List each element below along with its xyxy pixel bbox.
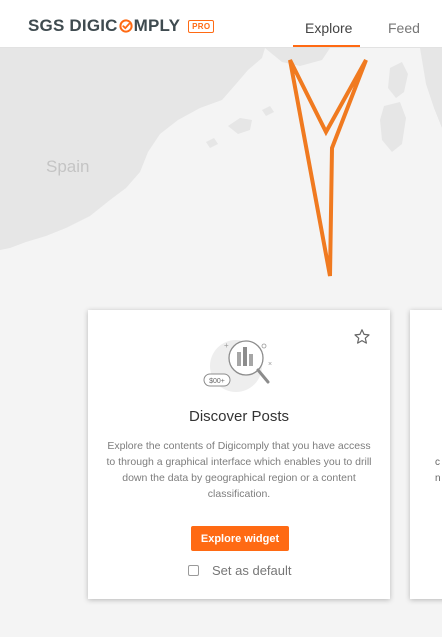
set-default-label: Set as default [212, 563, 292, 578]
pro-badge: PRO [188, 19, 215, 33]
logo-text-end: MPLY [133, 16, 181, 35]
discover-illustration-icon: $00+ + × [203, 340, 272, 392]
svg-text:+: + [224, 341, 229, 350]
card-title: Discover Posts [188, 408, 290, 425]
set-default-checkbox[interactable] [188, 565, 199, 576]
map-label-spain: Spain [46, 157, 90, 176]
discover-posts-card: $00+ + × Discover Posts Explore the cont… [88, 310, 390, 599]
next-card-partial: c n [410, 310, 442, 599]
favorite-star-icon[interactable] [353, 328, 371, 346]
annotation-arrow [288, 59, 368, 277]
next-card-text-fragment: n [435, 473, 441, 484]
top-header: SGS DIGIC MPLY PRO Explore Feed [0, 0, 442, 48]
logo-check-icon [119, 19, 133, 33]
illustration-badge-text: $00+ [209, 378, 225, 385]
explore-widget-button[interactable]: Explore widget [191, 526, 289, 551]
svg-text:×: × [268, 361, 272, 368]
next-card-text-fragment: c [435, 457, 440, 468]
set-default-row[interactable]: Set as default [188, 563, 292, 578]
active-tab-indicator [293, 45, 360, 47]
tab-explore[interactable]: Explore [305, 20, 352, 36]
map-background[interactable]: Spain [0, 48, 442, 278]
logo-text-start: SGS DIGIC [28, 16, 118, 35]
tab-feed[interactable]: Feed [388, 20, 420, 36]
app-logo[interactable]: SGS DIGIC MPLY PRO [28, 16, 215, 36]
card-description: Explore the contents of Digicomply that … [106, 440, 372, 500]
